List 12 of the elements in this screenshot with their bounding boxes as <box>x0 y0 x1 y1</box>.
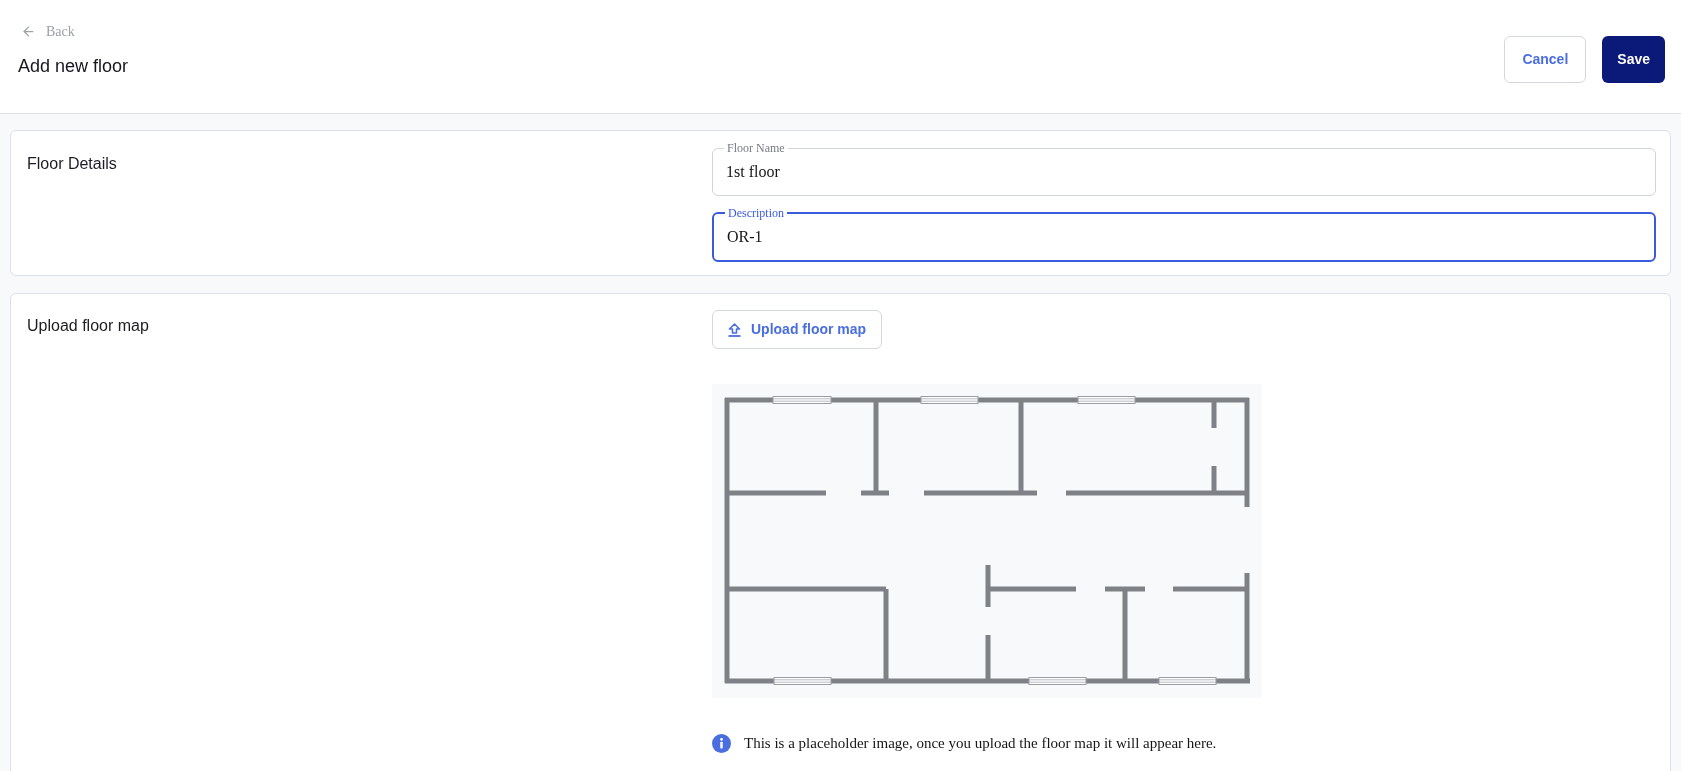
upload-floor-map-button[interactable]: Upload floor map <box>712 310 883 349</box>
field-label: Description <box>727 205 785 221</box>
info-icon <box>712 733 731 753</box>
upload-icon <box>728 322 741 337</box>
field-label: Floor Name <box>726 140 786 156</box>
text-field[interactable]: Floor Name 1st floor <box>712 140 1656 196</box>
section-title: Floor Details <box>27 154 118 174</box>
cancel-button[interactable]: Cancel <box>1504 36 1587 83</box>
save-button[interactable]: Save <box>1602 36 1665 83</box>
section-title: Upload floor map <box>27 316 150 336</box>
page-title: Add new floor <box>18 55 129 77</box>
placeholder-note: This is a placeholder image, once you upload the floor map it will appear here. <box>744 734 1217 753</box>
